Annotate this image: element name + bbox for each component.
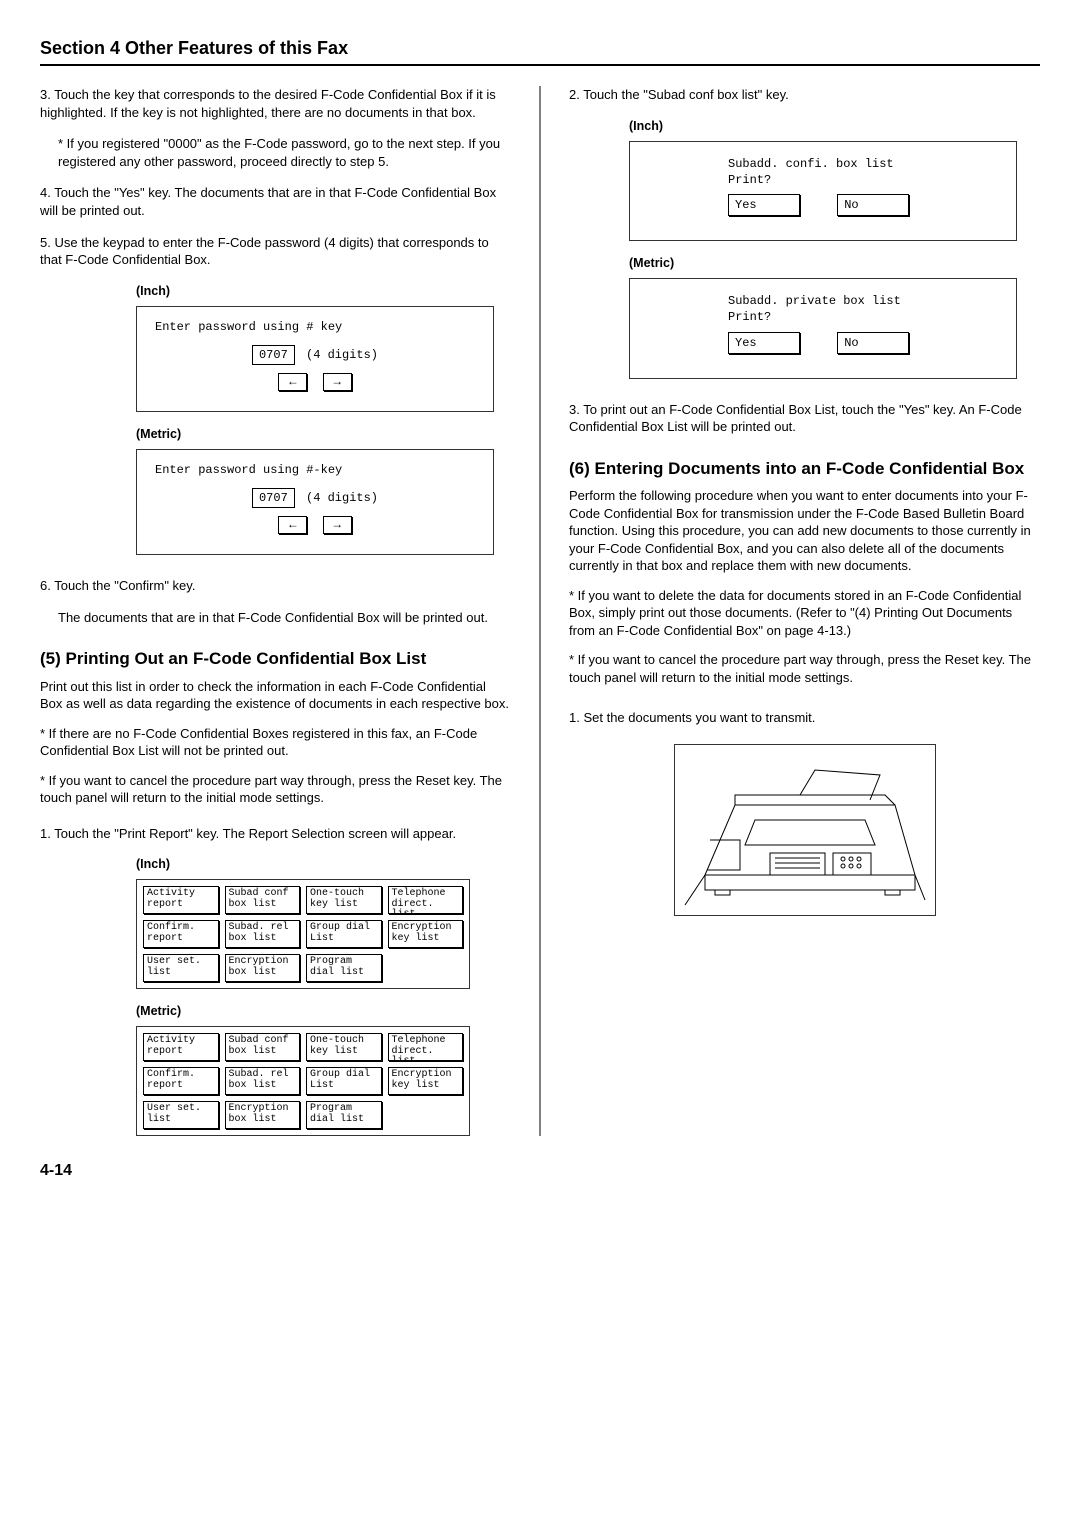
- key-encryption-box[interactable]: Encryptionbox list: [225, 954, 301, 982]
- label-inch-keys: (Inch): [136, 856, 511, 873]
- password-digits-label: (4 digits): [306, 491, 378, 505]
- yes-button[interactable]: Yes: [728, 332, 800, 354]
- password-digits-label: (4 digits): [306, 348, 378, 362]
- page-number: 4-14: [40, 1160, 1040, 1182]
- key-subad-conf[interactable]: Subad confbox list: [225, 1033, 301, 1061]
- key-grid-metric: Activityreport Subad confbox list One-to…: [136, 1026, 470, 1136]
- section-title: Section 4 Other Features of this Fax: [40, 36, 1040, 66]
- heading-5-note2: * If you want to cancel the procedure pa…: [40, 772, 511, 807]
- yes-button[interactable]: Yes: [728, 194, 800, 216]
- left-column: 3. Touch the key that corresponds to the…: [40, 86, 511, 1136]
- key-confirm-report[interactable]: Confirm.report: [143, 1067, 219, 1095]
- step-2-subad: 2. Touch the "Subad conf box list" key.: [569, 86, 1040, 104]
- key-one-touch[interactable]: One-touchkey list: [306, 1033, 382, 1061]
- label-inch-r: (Inch): [629, 118, 1040, 135]
- key-user-set[interactable]: User set.list: [143, 1101, 219, 1129]
- key-telephone[interactable]: Telephonedirect. list: [388, 1033, 464, 1061]
- arrow-right-button[interactable]: →: [323, 373, 352, 391]
- step-6-sub: The documents that are in that F-Code Co…: [58, 609, 511, 627]
- screen-print-question: Print?: [728, 172, 998, 188]
- key-encryption-key[interactable]: Encryptionkey list: [388, 920, 464, 948]
- right-column: 2. Touch the "Subad conf box list" key. …: [569, 86, 1040, 1136]
- step-1-set-docs: 1. Set the documents you want to transmi…: [569, 709, 1040, 727]
- screen-metric-password: Enter password using #-key 0707 (4 digit…: [136, 449, 494, 555]
- step-3: 3. Touch the key that corresponds to the…: [40, 86, 511, 121]
- screen-metric-prompt: Enter password using #-key: [155, 462, 475, 478]
- screen-inch-prompt: Enter password using # key: [155, 319, 475, 335]
- key-subad-rel[interactable]: Subad. relbox list: [225, 1067, 301, 1095]
- heading-6-note1: * If you want to delete the data for doc…: [569, 587, 1040, 640]
- key-one-touch[interactable]: One-touchkey list: [306, 886, 382, 914]
- label-metric: (Metric): [136, 426, 511, 443]
- step-3-note: * If you registered "0000" as the F-Code…: [58, 135, 511, 170]
- step-1-print-report: 1. Touch the "Print Report" key. The Rep…: [40, 825, 511, 843]
- heading-5-body: Print out this list in order to check th…: [40, 678, 511, 713]
- screen-inch-print: Subadd. confi. box list Print? Yes No: [629, 141, 1017, 242]
- key-encryption-key[interactable]: Encryptionkey list: [388, 1067, 464, 1095]
- arrow-left-button[interactable]: ←: [278, 373, 307, 391]
- key-subad-conf[interactable]: Subad confbox list: [225, 886, 301, 914]
- key-activity-report[interactable]: Activityreport: [143, 886, 219, 914]
- heading-6-note2: * If you want to cancel the procedure pa…: [569, 651, 1040, 686]
- no-button[interactable]: No: [837, 332, 909, 354]
- password-value: 0707: [252, 345, 295, 365]
- heading-5-note1: * If there are no F-Code Confidential Bo…: [40, 725, 511, 760]
- key-user-set[interactable]: User set.list: [143, 954, 219, 982]
- no-button[interactable]: No: [837, 194, 909, 216]
- label-metric-keys: (Metric): [136, 1003, 511, 1020]
- key-group-dial[interactable]: Group dialList: [306, 1067, 382, 1095]
- heading-6-body: Perform the following procedure when you…: [569, 487, 1040, 575]
- arrow-right-button[interactable]: →: [323, 516, 352, 534]
- step-5: 5. Use the keypad to enter the F-Code pa…: [40, 234, 511, 269]
- screen-print-question: Print?: [728, 309, 998, 325]
- key-empty: [388, 954, 464, 980]
- label-inch: (Inch): [136, 283, 511, 300]
- screen-inch-print-title: Subadd. confi. box list: [728, 156, 998, 172]
- column-divider: [539, 86, 541, 1136]
- screen-metric-print-title: Subadd. private box list: [728, 293, 998, 309]
- fax-machine-icon: [674, 744, 936, 916]
- key-grid-inch: Activityreport Subad confbox list One-to…: [136, 879, 470, 989]
- key-encryption-box[interactable]: Encryptionbox list: [225, 1101, 301, 1129]
- key-activity-report[interactable]: Activityreport: [143, 1033, 219, 1061]
- key-confirm-report[interactable]: Confirm.report: [143, 920, 219, 948]
- heading-5: (5) Printing Out an F-Code Confidential …: [40, 648, 511, 669]
- step-6: 6. Touch the "Confirm" key.: [40, 577, 511, 595]
- key-group-dial[interactable]: Group dialList: [306, 920, 382, 948]
- heading-6: (6) Entering Documents into an F-Code Co…: [569, 458, 1040, 479]
- key-program-dial[interactable]: Programdial list: [306, 1101, 382, 1129]
- key-program-dial[interactable]: Programdial list: [306, 954, 382, 982]
- key-telephone[interactable]: Telephonedirect. list: [388, 886, 464, 914]
- label-metric-r: (Metric): [629, 255, 1040, 272]
- key-subad-rel[interactable]: Subad. relbox list: [225, 920, 301, 948]
- arrow-left-button[interactable]: ←: [278, 516, 307, 534]
- password-value: 0707: [252, 488, 295, 508]
- screen-metric-print: Subadd. private box list Print? Yes No: [629, 278, 1017, 379]
- step-4: 4. Touch the "Yes" key. The documents th…: [40, 184, 511, 219]
- screen-inch-password: Enter password using # key 0707 (4 digit…: [136, 306, 494, 412]
- key-empty: [388, 1101, 464, 1127]
- step-3-print: 3. To print out an F-Code Confidential B…: [569, 401, 1040, 436]
